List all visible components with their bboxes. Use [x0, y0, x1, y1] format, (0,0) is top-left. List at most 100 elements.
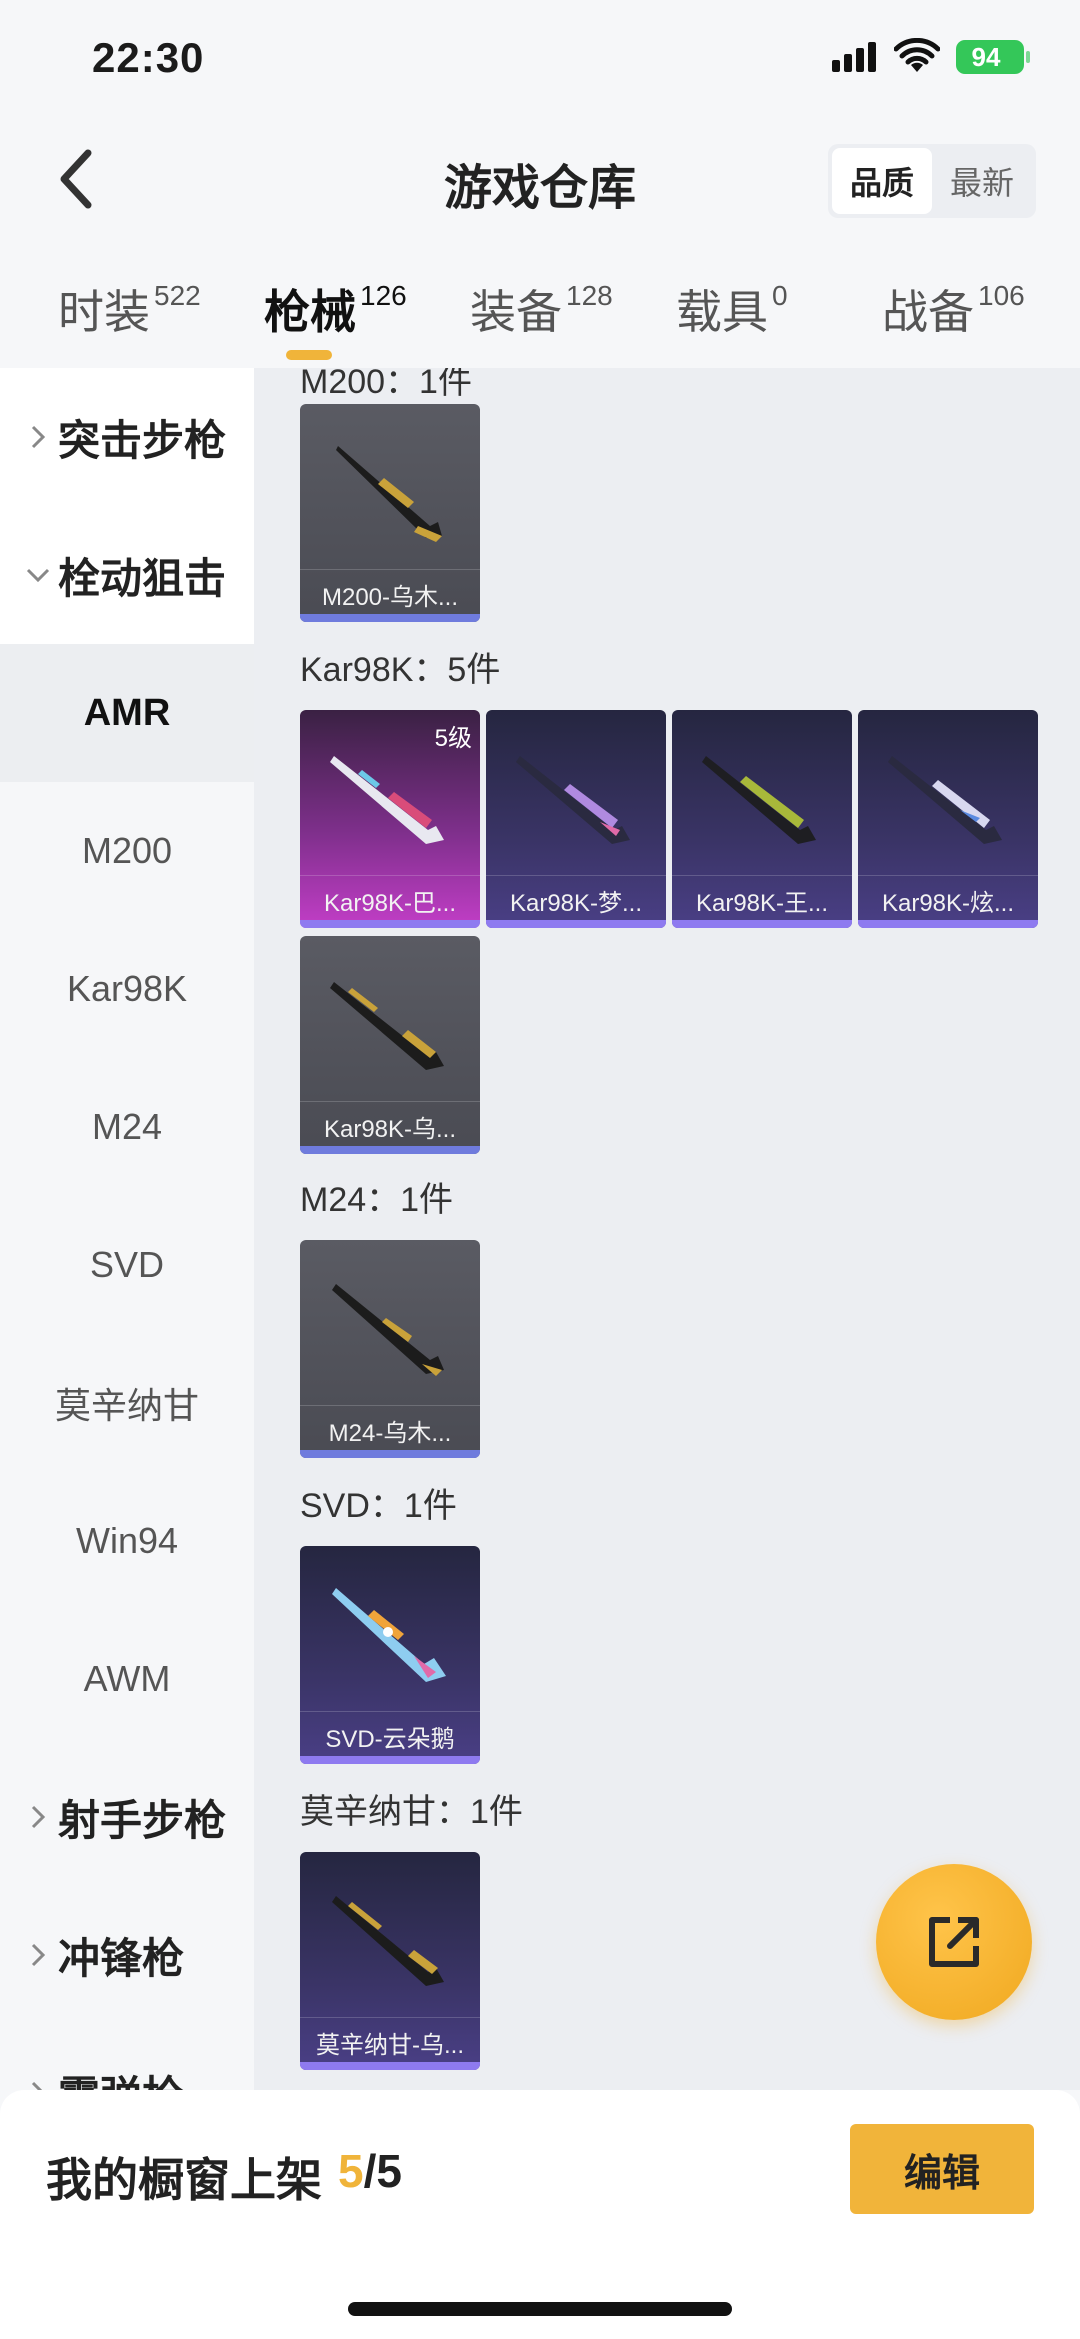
rarity-bar — [858, 920, 1038, 928]
item-name: M200-乌木... — [321, 584, 459, 611]
gun-icon — [702, 756, 816, 844]
showcase-total: 5 — [376, 2145, 402, 2197]
back-button[interactable] — [44, 142, 108, 216]
item-name: M24-乌木... — [328, 1420, 452, 1447]
rarity-bar — [300, 1450, 480, 1458]
item-name: Kar98K-巴... — [323, 890, 457, 917]
battery-indicator: 94 — [956, 40, 1030, 74]
tab-label: 时装 — [58, 286, 150, 338]
status-time: 22:30 — [92, 34, 205, 81]
sidebar-item-m200[interactable]: M200 — [0, 782, 254, 920]
item-card[interactable]: SVD-云朵鹅 — [300, 1546, 480, 1764]
tab-count: 0 — [772, 280, 788, 311]
gun-icon — [332, 1588, 446, 1682]
sidebar-item-m24[interactable]: M24 — [0, 1058, 254, 1196]
card-divider — [300, 1101, 480, 1102]
wifi-icon — [894, 38, 940, 72]
card-divider — [672, 875, 852, 876]
category-tabs: 时装 522 枪械 126 装备 128 载具 0 战备 106 — [0, 258, 1080, 368]
gun-icon — [888, 756, 1002, 844]
sort-option-quality[interactable]: 品质 — [832, 148, 932, 214]
chevron-right-icon — [24, 1942, 52, 1968]
tab-vehicles[interactable]: 载具 0 — [676, 276, 788, 342]
item-name: Kar98K-梦... — [509, 890, 643, 917]
rarity-bar — [300, 2062, 480, 2070]
sidebar-item-win94[interactable]: Win94 — [0, 1472, 254, 1610]
showcase-label: 我的橱窗上架 — [46, 2154, 322, 2206]
tab-equipment[interactable]: 装备 128 — [470, 276, 613, 342]
group-title-kar98k: Kar98K：5件 — [300, 651, 501, 689]
item-name: Kar98K-王... — [695, 890, 829, 917]
sidebar-item-svd[interactable]: SVD — [0, 1196, 254, 1334]
tab-guns[interactable]: 枪械 126 — [264, 276, 407, 342]
sidebar-group-smg[interactable]: 冲锋枪 — [0, 1886, 254, 2024]
card-divider — [300, 2017, 480, 2018]
rarity-bar — [672, 920, 852, 928]
rarity-bar — [300, 614, 480, 622]
chevron-down-icon — [24, 567, 52, 583]
gun-icon — [332, 1284, 444, 1376]
tab-label: 装备 — [470, 286, 562, 338]
rarity-bar — [486, 920, 666, 928]
sort-toggle: 品质 最新 — [828, 144, 1036, 218]
item-card[interactable]: 莫辛纳甘-乌... — [300, 1852, 480, 2070]
card-divider — [300, 1711, 480, 1712]
tab-supplies[interactable]: 战备 106 — [882, 276, 1025, 342]
item-card[interactable]: Kar98K-炫... — [858, 710, 1038, 928]
sidebar-group-assault-rifle[interactable]: 突击步枪 — [0, 368, 254, 506]
gun-icon — [330, 982, 444, 1070]
item-card[interactable]: Kar98K-乌... — [300, 936, 480, 1154]
tab-label: 战备 — [882, 286, 974, 338]
chevron-right-icon — [24, 424, 52, 450]
item-card[interactable]: M24-乌木... — [300, 1240, 480, 1458]
sidebar-group-label: 栓动狙击 — [58, 554, 227, 602]
showcase-count: 5/5 — [338, 2144, 402, 2198]
card-divider — [300, 569, 480, 570]
item-card[interactable]: Kar98K-王... — [672, 710, 852, 928]
edit-button[interactable]: 编辑 — [850, 2124, 1034, 2214]
level-badge: 5级 — [434, 725, 472, 752]
sidebar-item-amr[interactable]: AMR — [0, 644, 254, 782]
sidebar-group-marksman-rifle[interactable]: 射手步枪 — [0, 1748, 254, 1886]
rarity-bar — [300, 1146, 480, 1154]
sidebar-group-bolt-sniper[interactable]: 栓动狙击 — [0, 506, 254, 644]
sidebar-group-label: 霰弹枪 — [58, 2063, 184, 2091]
tab-count: 128 — [566, 280, 613, 311]
sidebar-item-awm[interactable]: AWM — [0, 1610, 254, 1748]
tab-count: 106 — [978, 280, 1025, 311]
item-card[interactable]: Kar98K-梦... — [486, 710, 666, 928]
card-divider — [858, 875, 1038, 876]
sidebar-group-label: 突击步枪 — [58, 416, 227, 464]
tab-count: 522 — [154, 280, 201, 311]
status-bar: 22:30 94 — [0, 0, 1080, 120]
item-card[interactable]: M200-乌木... — [300, 404, 480, 622]
group-title-svd: SVD：1件 — [300, 1487, 457, 1525]
sidebar-group-label: 射手步枪 — [58, 1796, 227, 1844]
tab-fashion[interactable]: 时装 522 — [58, 276, 201, 342]
sidebar-item-mosin[interactable]: 莫辛纳甘 — [0, 1334, 254, 1472]
tab-label: 载具 — [676, 286, 768, 338]
group-title-m24: M24：1件 — [300, 1181, 454, 1219]
card-divider — [300, 1405, 480, 1406]
share-icon — [929, 1917, 979, 1967]
card-divider — [300, 875, 480, 876]
sidebar-item-kar98k[interactable]: Kar98K — [0, 920, 254, 1058]
item-card[interactable]: 5级 Kar98K-巴... — [300, 710, 480, 928]
tab-count: 126 — [360, 280, 407, 311]
gun-icon — [336, 446, 442, 542]
sidebar-group-label: 冲锋枪 — [58, 1934, 185, 1982]
sidebar: 突击步枪 栓动狙击 AMR M200 Kar98K M24 SVD 莫辛纳甘 W… — [0, 368, 254, 2090]
sidebar-group-shotgun[interactable]: 霰弹枪 — [0, 2024, 254, 2090]
sort-option-newest[interactable]: 最新 — [932, 148, 1032, 214]
showcase-current: 5 — [338, 2145, 364, 2197]
signal-icon — [832, 42, 876, 72]
home-indicator — [348, 2302, 732, 2316]
gun-icon — [332, 1896, 444, 1986]
tab-label: 枪械 — [264, 286, 356, 338]
item-list: M200：1件 M200-乌木... Kar98K：5件 5级 Kar98K-巴… — [254, 368, 1080, 2090]
item-name: 莫辛纳甘-乌... — [316, 2032, 464, 2059]
gun-icon — [516, 756, 630, 844]
share-button[interactable] — [876, 1864, 1032, 2020]
chevron-right-icon — [24, 1804, 52, 1830]
header: 游戏仓库 品质 最新 — [0, 120, 1080, 240]
